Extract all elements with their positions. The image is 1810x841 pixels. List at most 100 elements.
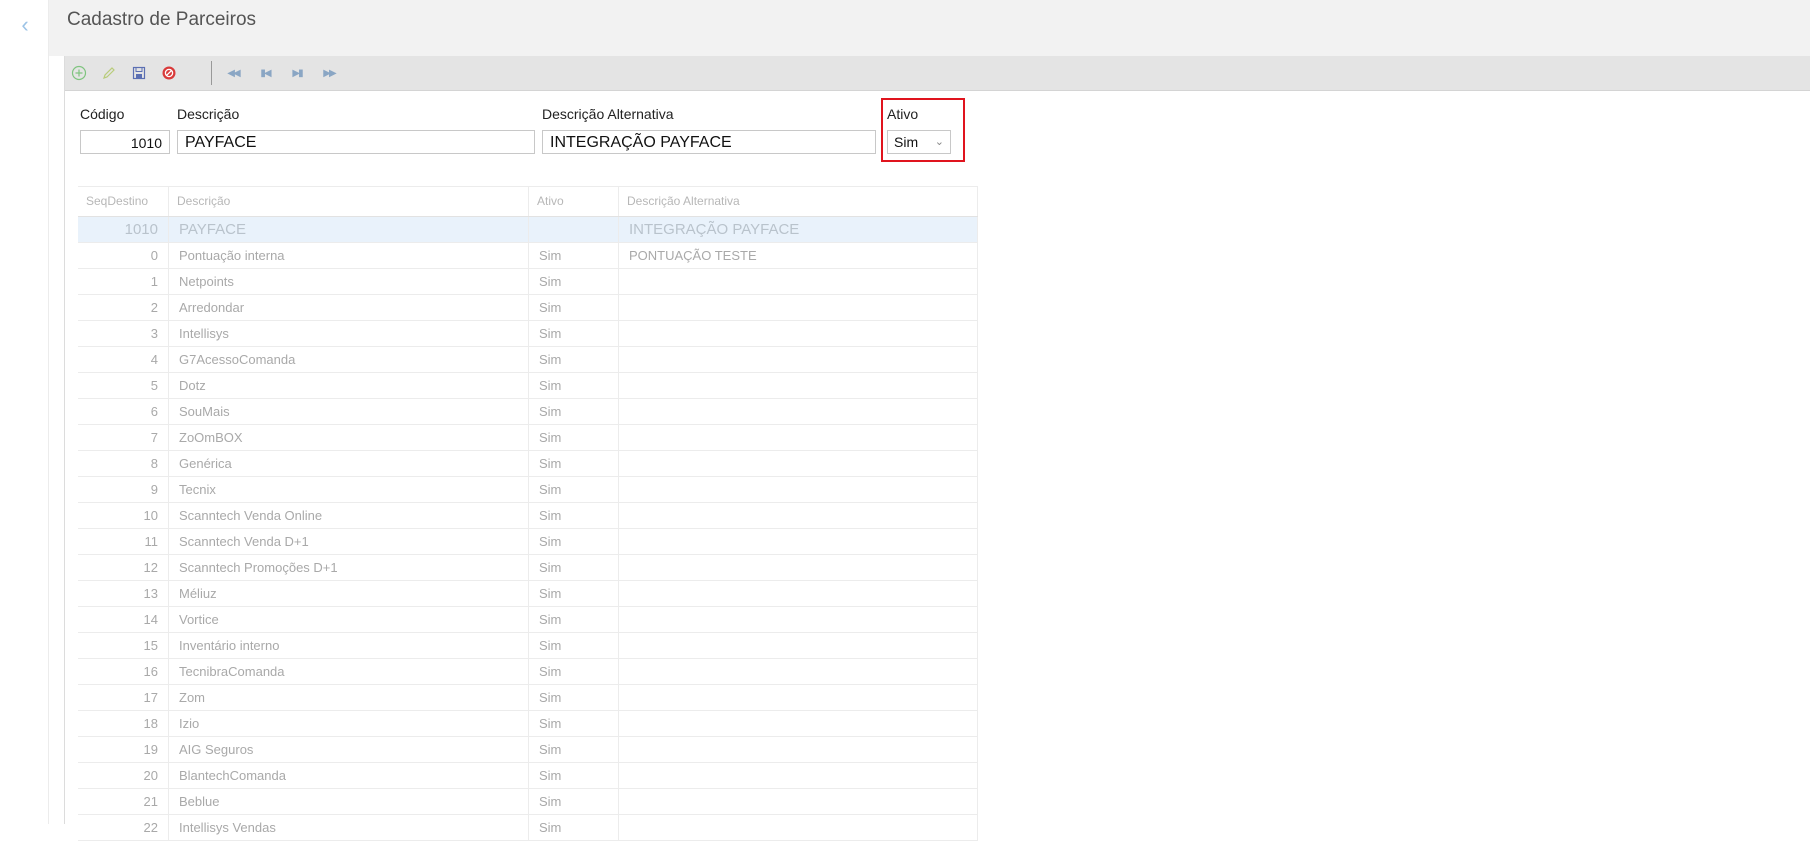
cell-descricao-alternativa <box>619 477 978 502</box>
table-row[interactable]: 14 Vortice Sim <box>78 607 978 633</box>
header-descricao[interactable]: Descrição <box>169 187 529 216</box>
cell-seqdestino: 12 <box>78 555 169 580</box>
header-seqdestino[interactable]: SeqDestino <box>78 187 169 216</box>
ativo-select-value: Sim <box>894 134 919 150</box>
cell-descricao: ZoOmBOX <box>169 425 529 450</box>
save-icon[interactable] <box>129 63 149 83</box>
cell-seqdestino: 8 <box>78 451 169 476</box>
table-row[interactable]: 1010 PAYFACE INTEGRAÇÃO PAYFACE <box>78 217 978 243</box>
table-row[interactable]: 18 Izio Sim <box>78 711 978 737</box>
cell-descricao-alternativa <box>619 451 978 476</box>
cell-seqdestino: 4 <box>78 347 169 372</box>
cell-ativo: Sim <box>529 815 619 840</box>
table-row[interactable]: 6 SouMais Sim <box>78 399 978 425</box>
cell-descricao-alternativa <box>619 815 978 840</box>
cell-seqdestino: 21 <box>78 789 169 814</box>
cell-descricao: Zom <box>169 685 529 710</box>
cell-seqdestino: 22 <box>78 815 169 840</box>
chevron-down-icon: ⌄ <box>934 136 944 148</box>
cell-descricao: Inventário interno <box>169 633 529 658</box>
table-row[interactable]: 19 AIG Seguros Sim <box>78 737 978 763</box>
cell-descricao: SouMais <box>169 399 529 424</box>
table-row[interactable]: 3 Intellisys Sim <box>78 321 978 347</box>
cell-descricao-alternativa: PONTUAÇÃO TESTE <box>619 243 978 268</box>
table-row[interactable]: 8 Genérica Sim <box>78 451 978 477</box>
cell-ativo: Sim <box>529 685 619 710</box>
add-icon[interactable] <box>69 63 89 83</box>
cell-descricao-alternativa <box>619 555 978 580</box>
table-row[interactable]: 21 Beblue Sim <box>78 789 978 815</box>
table-row[interactable]: 20 BlantechComanda Sim <box>78 763 978 789</box>
cell-ativo: Sim <box>529 269 619 294</box>
cell-descricao: Scanntech Venda D+1 <box>169 529 529 554</box>
page-title: Cadastro de Parceiros <box>67 9 257 30</box>
cell-descricao-alternativa <box>619 295 978 320</box>
cell-seqdestino: 1010 <box>78 217 169 242</box>
table-row[interactable]: 11 Scanntech Venda D+1 Sim <box>78 529 978 555</box>
header-descricao-alternativa[interactable]: Descrição Alternativa <box>619 187 978 216</box>
table-row[interactable]: 4 G7AcessoComanda Sim <box>78 347 978 373</box>
cell-seqdestino: 11 <box>78 529 169 554</box>
next-record-icon[interactable]: ▶▮ <box>287 63 307 83</box>
previous-record-icon[interactable]: ▮◀ <box>255 63 275 83</box>
partners-grid: SeqDestino Descrição Ativo Descrição Alt… <box>78 186 978 841</box>
cell-ativo: Sim <box>529 529 619 554</box>
cell-ativo: Sim <box>529 711 619 736</box>
cell-seqdestino: 0 <box>78 243 169 268</box>
edit-icon[interactable] <box>99 63 119 83</box>
cell-descricao: Genérica <box>169 451 529 476</box>
descricao-alternativa-field[interactable]: INTEGRAÇÃO PAYFACE <box>542 130 876 154</box>
table-row[interactable]: 1 Netpoints Sim <box>78 269 978 295</box>
cell-descricao: Tecnix <box>169 477 529 502</box>
back-arrow-icon[interactable]: ‹ <box>14 14 36 36</box>
table-row[interactable]: 12 Scanntech Promoções D+1 Sim <box>78 555 978 581</box>
cell-seqdestino: 1 <box>78 269 169 294</box>
cell-descricao-alternativa <box>619 321 978 346</box>
cell-seqdestino: 17 <box>78 685 169 710</box>
cell-ativo: Sim <box>529 659 619 684</box>
cell-descricao-alternativa <box>619 659 978 684</box>
table-row[interactable]: 15 Inventário interno Sim <box>78 633 978 659</box>
cell-descricao-alternativa <box>619 607 978 632</box>
ativo-select[interactable]: Sim ⌄ <box>887 130 951 154</box>
cell-descricao-alternativa <box>619 789 978 814</box>
cell-ativo: Sim <box>529 295 619 320</box>
cell-descricao-alternativa <box>619 737 978 762</box>
cell-ativo: Sim <box>529 321 619 346</box>
last-record-icon[interactable]: ▶▶ <box>319 63 339 83</box>
cell-ativo: Sim <box>529 789 619 814</box>
cell-descricao-alternativa <box>619 529 978 554</box>
descricao-field[interactable]: PAYFACE <box>177 130 535 154</box>
cell-descricao: Izio <box>169 711 529 736</box>
first-record-icon[interactable]: ◀◀ <box>223 63 243 83</box>
table-row[interactable]: 17 Zom Sim <box>78 685 978 711</box>
cell-descricao-alternativa <box>619 633 978 658</box>
codigo-field[interactable]: 1010 <box>80 130 170 154</box>
table-row[interactable]: 10 Scanntech Venda Online Sim <box>78 503 978 529</box>
cell-ativo: Sim <box>529 607 619 632</box>
table-row[interactable]: 9 Tecnix Sim <box>78 477 978 503</box>
table-row[interactable]: 13 Méliuz Sim <box>78 581 978 607</box>
cell-descricao: Beblue <box>169 789 529 814</box>
cell-ativo: Sim <box>529 399 619 424</box>
cell-descricao: BlantechComanda <box>169 763 529 788</box>
table-row[interactable]: 5 Dotz Sim <box>78 373 978 399</box>
cell-seqdestino: 16 <box>78 659 169 684</box>
cancel-icon[interactable] <box>159 63 179 83</box>
table-row[interactable]: 2 Arredondar Sim <box>78 295 978 321</box>
cell-seqdestino: 7 <box>78 425 169 450</box>
table-row[interactable]: 7 ZoOmBOX Sim <box>78 425 978 451</box>
table-row[interactable]: 22 Intellisys Vendas Sim <box>78 815 978 841</box>
cell-seqdestino: 14 <box>78 607 169 632</box>
cell-descricao: Arredondar <box>169 295 529 320</box>
table-row[interactable]: 0 Pontuação interna Sim PONTUAÇÃO TESTE <box>78 243 978 269</box>
grid-header: SeqDestino Descrição Ativo Descrição Alt… <box>78 186 978 217</box>
left-rail: ‹ <box>0 0 49 824</box>
cell-descricao-alternativa <box>619 373 978 398</box>
table-row[interactable]: 16 TecnibraComanda Sim <box>78 659 978 685</box>
cell-ativo <box>529 217 619 242</box>
cell-descricao-alternativa <box>619 347 978 372</box>
header-ativo[interactable]: Ativo <box>529 187 619 216</box>
cell-ativo: Sim <box>529 451 619 476</box>
cell-descricao: Pontuação interna <box>169 243 529 268</box>
